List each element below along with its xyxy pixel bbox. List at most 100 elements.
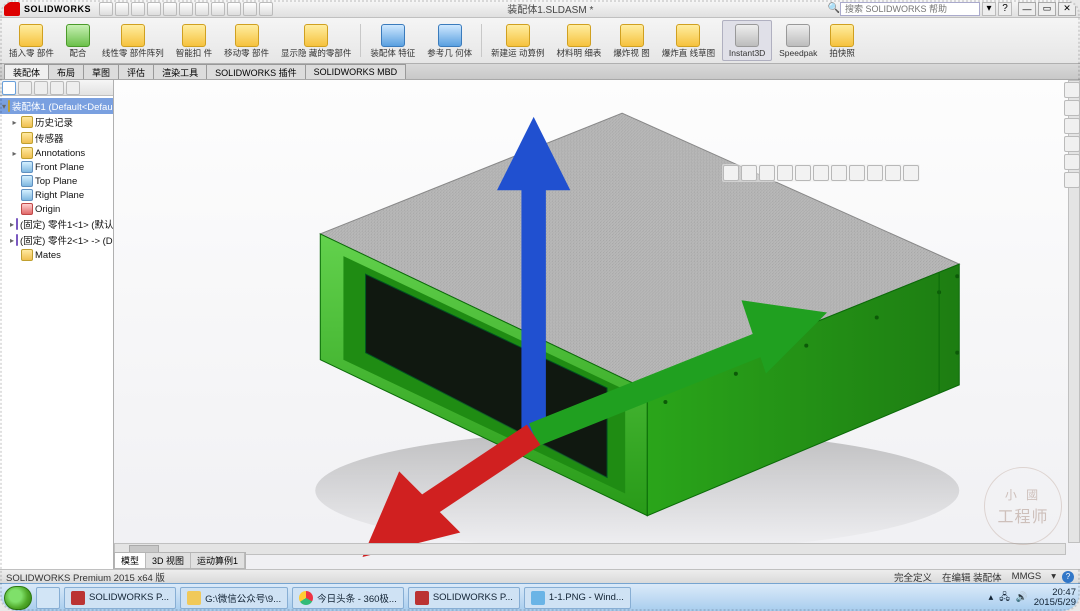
tab-sketch[interactable]: 草图 [83, 64, 119, 79]
ribbon-bom[interactable]: 材料明 细表 [552, 20, 607, 61]
qat-print-icon[interactable] [147, 2, 161, 16]
status-help-icon[interactable]: ? [1062, 571, 1074, 583]
ribbon-mate[interactable]: 配合 [61, 20, 95, 61]
command-ribbon: 插入零 部件 配合 线性零 部件阵列 智能扣 件 移动零 部件 显示隐 藏的零部… [0, 18, 1080, 64]
ribbon-show-hidden[interactable]: 显示隐 藏的零部件 [276, 20, 356, 61]
fm-tab-property-icon[interactable] [18, 81, 32, 95]
triad-icon[interactable] [124, 80, 1080, 557]
chrome-icon [299, 591, 313, 605]
close-button[interactable]: ✕ [1058, 2, 1076, 16]
tree-front-plane[interactable]: Front Plane [0, 160, 113, 174]
taskbar-clock[interactable]: 20:47 2015/5/29 [1034, 588, 1076, 608]
ribbon-reference-geometry[interactable]: 参考几 何体 [422, 20, 477, 61]
fm-tab-filter-icon[interactable] [66, 81, 80, 95]
history-icon [21, 116, 33, 128]
taskbar-pinned-icon[interactable] [36, 587, 60, 609]
tree-sensors[interactable]: 传感器 [0, 130, 113, 146]
tray-overflow-icon[interactable]: ▴ [989, 592, 994, 603]
tree-mates[interactable]: Mates [0, 248, 113, 262]
qat-more2-icon[interactable] [243, 2, 257, 16]
ribbon-move-component[interactable]: 移动零 部件 [219, 20, 274, 61]
taskbar-item-sw2[interactable]: SOLIDWORKS P... [408, 587, 520, 609]
show-hidden-icon [304, 24, 328, 47]
qat-new-icon[interactable] [99, 2, 113, 16]
model-tab-model[interactable]: 模型 [115, 553, 146, 568]
tray-volume-icon[interactable]: 🔊 [1016, 592, 1028, 603]
ribbon-assembly-features[interactable]: 装配体 特征 [365, 20, 420, 61]
tree-annotations[interactable]: ▸Annotations [0, 146, 113, 160]
fm-tab-config-icon[interactable] [34, 81, 48, 95]
reference-geometry-icon [438, 24, 462, 47]
tab-evaluate[interactable]: 评估 [118, 64, 154, 79]
windows-taskbar: SOLIDWORKS P... G:\微信公众号\9... 今日头条 - 360… [0, 583, 1080, 611]
sw-icon [415, 591, 429, 605]
tray-network-icon[interactable]: 🖧 [999, 590, 1010, 606]
ribbon-explode-line-sketch[interactable]: 爆炸直 线草图 [657, 20, 720, 61]
task-resources-icon[interactable] [1064, 82, 1080, 98]
part-icon [16, 234, 18, 246]
feature-manager-panel: ▾装配体1 (Default<Default_D... ▸历史记录 传感器 ▸A… [0, 80, 114, 569]
status-definition: 完全定义 [894, 570, 932, 584]
title-bar: SOLIDWORKS 装配体1.SLDASM * 🔍 ▾ ? — ▭ ✕ [0, 0, 1080, 18]
fm-tab-display-icon[interactable] [50, 81, 64, 95]
minimize-button[interactable]: — [1018, 2, 1036, 16]
task-view-palette-icon[interactable] [1064, 136, 1080, 152]
tab-assembly[interactable]: 装配体 [4, 64, 49, 79]
tab-render-tools[interactable]: 渲染工具 [153, 64, 207, 79]
taskbar-item-sw1[interactable]: SOLIDWORKS P... [64, 587, 176, 609]
status-dropdown-icon[interactable]: ▾ [1051, 571, 1056, 582]
model-tab-motion[interactable]: 运动算例1 [191, 553, 245, 568]
ribbon-speedpak[interactable]: Speedpak [774, 20, 822, 61]
ribbon-snapshot[interactable]: 拍快照 [824, 20, 860, 61]
ribbon-exploded-view[interactable]: 爆炸视 图 [608, 20, 654, 61]
ribbon-smart-fasteners[interactable]: 智能扣 件 [171, 20, 217, 61]
fm-tab-tree-icon[interactable] [2, 81, 16, 95]
document-title: 装配体1.SLDASM * [273, 1, 828, 16]
search-icon: 🔍 [828, 3, 840, 14]
qat-redo-icon[interactable] [179, 2, 193, 16]
ribbon-new-motion-study[interactable]: 新建运 动算例 [486, 20, 549, 61]
qat-more3-icon[interactable] [259, 2, 273, 16]
graphics-viewport[interactable]: *等轴测 模型 3D 视图 运动算例1 [114, 80, 1080, 569]
tree-history[interactable]: ▸历史记录 [0, 114, 113, 130]
taskbar-item-browser[interactable]: 今日头条 - 360极... [292, 587, 404, 609]
linear-pattern-icon [121, 24, 145, 47]
start-button[interactable] [4, 586, 32, 610]
tab-sw-mbd[interactable]: SOLIDWORKS MBD [305, 64, 407, 79]
tab-layout[interactable]: 布局 [48, 64, 84, 79]
qat-more-icon[interactable] [227, 2, 241, 16]
tab-sw-addins[interactable]: SOLIDWORKS 插件 [206, 64, 306, 79]
qat-open-icon[interactable] [115, 2, 129, 16]
horizontal-scrollbar[interactable] [114, 543, 1066, 555]
ribbon-linear-pattern[interactable]: 线性零 部件阵列 [97, 20, 169, 61]
task-design-library-icon[interactable] [1064, 100, 1080, 116]
task-custom-props-icon[interactable] [1064, 172, 1080, 188]
taskbar-item-folder[interactable]: G:\微信公众号\9... [180, 587, 288, 609]
tree-top-plane[interactable]: Top Plane [0, 174, 113, 188]
brand-text: SOLIDWORKS [24, 4, 91, 14]
tree-part2[interactable]: ▸(固定) 零件2<1> -> (Defa... [0, 232, 113, 248]
qat-options-icon[interactable] [195, 2, 209, 16]
task-appearances-icon[interactable] [1064, 154, 1080, 170]
task-file-explorer-icon[interactable] [1064, 118, 1080, 134]
origin-icon [21, 203, 33, 215]
model-tab-3dview[interactable]: 3D 视图 [146, 553, 191, 568]
ribbon-instant3d[interactable]: Instant3D [722, 20, 772, 61]
assembly-features-icon [381, 24, 405, 47]
tree-right-plane[interactable]: Right Plane [0, 188, 113, 202]
qat-rebuild-icon[interactable] [211, 2, 225, 16]
tree-part1[interactable]: ▸(固定) 零件1<1> (默认<<5... [0, 216, 113, 232]
plane-icon [21, 161, 33, 173]
tree-root-assembly[interactable]: ▾装配体1 (Default<Default_D... [0, 98, 113, 114]
qat-save-icon[interactable] [131, 2, 145, 16]
status-units[interactable]: MMGS [1012, 571, 1042, 582]
tree-origin[interactable]: Origin [0, 202, 113, 216]
restore-button[interactable]: ▭ [1038, 2, 1056, 16]
help-icon[interactable]: ? [998, 2, 1012, 16]
ribbon-insert-component[interactable]: 插入零 部件 [4, 20, 59, 61]
search-dropdown-icon[interactable]: ▾ [982, 2, 996, 16]
help-search-input[interactable] [840, 2, 980, 16]
taskbar-item-paint[interactable]: 1-1.PNG - Wind... [524, 587, 631, 609]
qat-undo-icon[interactable] [163, 2, 177, 16]
feature-tree: ▾装配体1 (Default<Default_D... ▸历史记录 传感器 ▸A… [0, 96, 113, 569]
